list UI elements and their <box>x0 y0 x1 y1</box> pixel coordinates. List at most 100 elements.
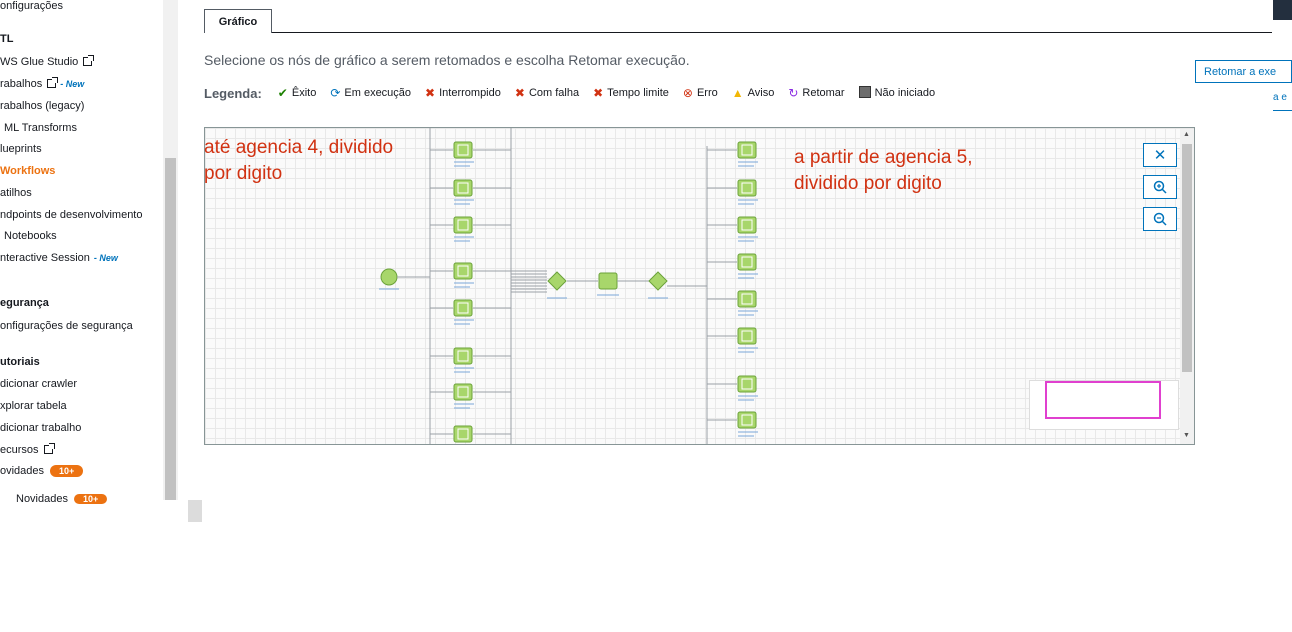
legend: Legenda: ✔ Êxito ⟳ Em execução ✖ Interrompi… <box>204 84 949 102</box>
sidebar-item-label: ecursos <box>0 444 39 456</box>
sidebar-item[interactable]: Notebooks <box>4 230 57 242</box>
sidebar-item-label: ndpoints de desenvolvimento <box>0 209 143 221</box>
count-badge: 10+ <box>50 465 84 477</box>
square-icon <box>858 86 871 100</box>
scroll-stub <box>188 500 202 522</box>
ghost-novidades: Novidades 10+ <box>16 493 108 505</box>
legend-label: Com falha <box>528 87 580 99</box>
sidebar-item[interactable]: ecursos <box>0 443 55 456</box>
legend-label: Erro <box>696 87 718 99</box>
sidebar-item-label: rabalhos (legacy) <box>0 100 85 112</box>
crawler-node <box>737 290 757 308</box>
condition-node <box>547 271 567 291</box>
ghost-label: Novidades <box>16 493 68 505</box>
crawler-node <box>737 216 757 234</box>
crawler-node <box>453 347 473 365</box>
check-icon: ✔ <box>277 86 288 100</box>
x-icon: ✖ <box>593 86 604 100</box>
crawler-node <box>453 262 473 280</box>
legend-item-nao-iniciado: Não iniciado <box>858 86 935 100</box>
error-circle-icon: ⊗ <box>682 86 693 100</box>
legend-item-em-execucao: ⟳ Em execução <box>330 87 411 99</box>
sidebar-item-label: WS Glue Studio <box>0 56 79 68</box>
crawler-node <box>737 411 757 429</box>
sidebar-item[interactable]: rabalhos (legacy) <box>0 100 84 112</box>
minimap-viewport[interactable] <box>1045 381 1161 419</box>
annotation-right-line1: a partir de agencia 5, <box>794 147 973 168</box>
condition-node <box>648 271 668 291</box>
sidebar-item[interactable]: atilhos <box>0 187 32 199</box>
sidebar-item[interactable]: onfigurações de segurança <box>0 320 133 332</box>
legend-item-retomar: ↻ Retomar <box>788 87 844 99</box>
sidebar-item-label: dicionar trabalho <box>0 422 82 434</box>
resume-icon: ↻ <box>788 86 799 100</box>
resume-sub-link[interactable]: a e <box>1273 92 1292 103</box>
crawler-node <box>737 179 757 197</box>
crawler-node <box>453 425 473 443</box>
close-icon: ✕ <box>1153 147 1167 164</box>
sidebar-item[interactable]: WS Glue Studio <box>0 55 95 68</box>
sidebar-item[interactable]: Workflows <box>0 165 55 177</box>
zoom-out-icon <box>1153 212 1167 226</box>
sidebar-item[interactable]: rabalhos - New <box>0 77 85 90</box>
header-corner <box>1273 0 1292 20</box>
legend-label: Aviso <box>747 87 775 99</box>
zoom-in-button[interactable] <box>1143 175 1177 199</box>
resume-run-button[interactable]: Retomar a exe <box>1195 60 1292 83</box>
crawler-node <box>453 383 473 401</box>
x-icon: ✖ <box>425 86 436 100</box>
sidebar-item-label: ovidades <box>0 465 45 477</box>
annotation-right: a partir de agencia 5, dividido por digi… <box>794 145 973 197</box>
sidebar-item: egurança <box>0 297 49 309</box>
crawler-node <box>453 141 473 159</box>
sidebar-item-label: dicionar crawler <box>0 378 78 390</box>
sidebar-item-label: nteractive Session <box>0 252 90 264</box>
zoom-in-icon <box>1153 180 1167 194</box>
warning-icon: ▲ <box>731 86 744 100</box>
crawler-node <box>737 141 757 159</box>
new-tag: - New <box>93 253 118 263</box>
crawler-node <box>737 375 757 393</box>
sidebar-item[interactable]: ndpoints de desenvolvimento <box>0 209 142 221</box>
crawler-node <box>453 179 473 197</box>
annotation-left: até agencia 4, dividido por digito <box>204 135 393 187</box>
refresh-icon: ⟳ <box>330 86 341 100</box>
sidebar-item[interactable]: ML Transforms <box>4 122 77 134</box>
zoom-out-button[interactable] <box>1143 207 1177 231</box>
sidebar-item[interactable]: onfigurações <box>0 0 63 12</box>
annotation-right-line2: dividido por digito <box>794 173 942 194</box>
sidebar-item-label: TL <box>0 33 14 45</box>
sidebar-scrollbar-thumb[interactable] <box>165 158 176 500</box>
crawler-node <box>453 216 473 234</box>
sidebar-item[interactable]: dicionar crawler <box>0 378 77 390</box>
external-link-icon <box>83 55 95 66</box>
sidebar-item[interactable]: dicionar trabalho <box>0 422 81 434</box>
sidebar-item-label: Workflows <box>0 165 56 177</box>
legend-label: Retomar <box>802 87 845 99</box>
legend-item-tempo-limite: ✖ Tempo limite <box>593 87 669 99</box>
crawler-node <box>453 299 473 317</box>
sidebar-item[interactable]: lueprints <box>0 143 42 155</box>
legend-label: Tempo limite <box>607 87 669 99</box>
sidebar-item-label: atilhos <box>0 187 32 199</box>
sidebar-item[interactable]: nteractive Session - New <box>0 252 118 264</box>
legend-item-com-falha: ✖ Com falha <box>515 87 579 99</box>
scroll-up-icon[interactable]: ▲ <box>1183 131 1190 138</box>
graph-scrollbar-thumb[interactable] <box>1182 144 1192 372</box>
sidebar-item[interactable]: ovidades 10+ <box>0 465 84 477</box>
sidebar-item-label: ML Transforms <box>4 122 77 134</box>
tab-grafico[interactable]: Gráfico <box>204 9 272 33</box>
resume-sub-divider <box>1273 110 1292 111</box>
crawler-node <box>737 253 757 271</box>
scroll-down-icon[interactable]: ▼ <box>1183 432 1190 439</box>
external-link-icon <box>43 443 55 454</box>
job-node <box>598 272 618 290</box>
sidebar-item[interactable]: xplorar tabela <box>0 400 67 412</box>
sidebar-item: utoriais <box>0 356 40 368</box>
legend-label: Interrompido <box>439 87 501 99</box>
close-graph-button[interactable]: ✕ <box>1143 143 1177 167</box>
new-tag: - New <box>60 79 85 89</box>
legend-label: Em execução <box>344 87 412 99</box>
legend-label: Êxito <box>291 87 317 99</box>
sidebar-item: TL <box>0 33 13 45</box>
